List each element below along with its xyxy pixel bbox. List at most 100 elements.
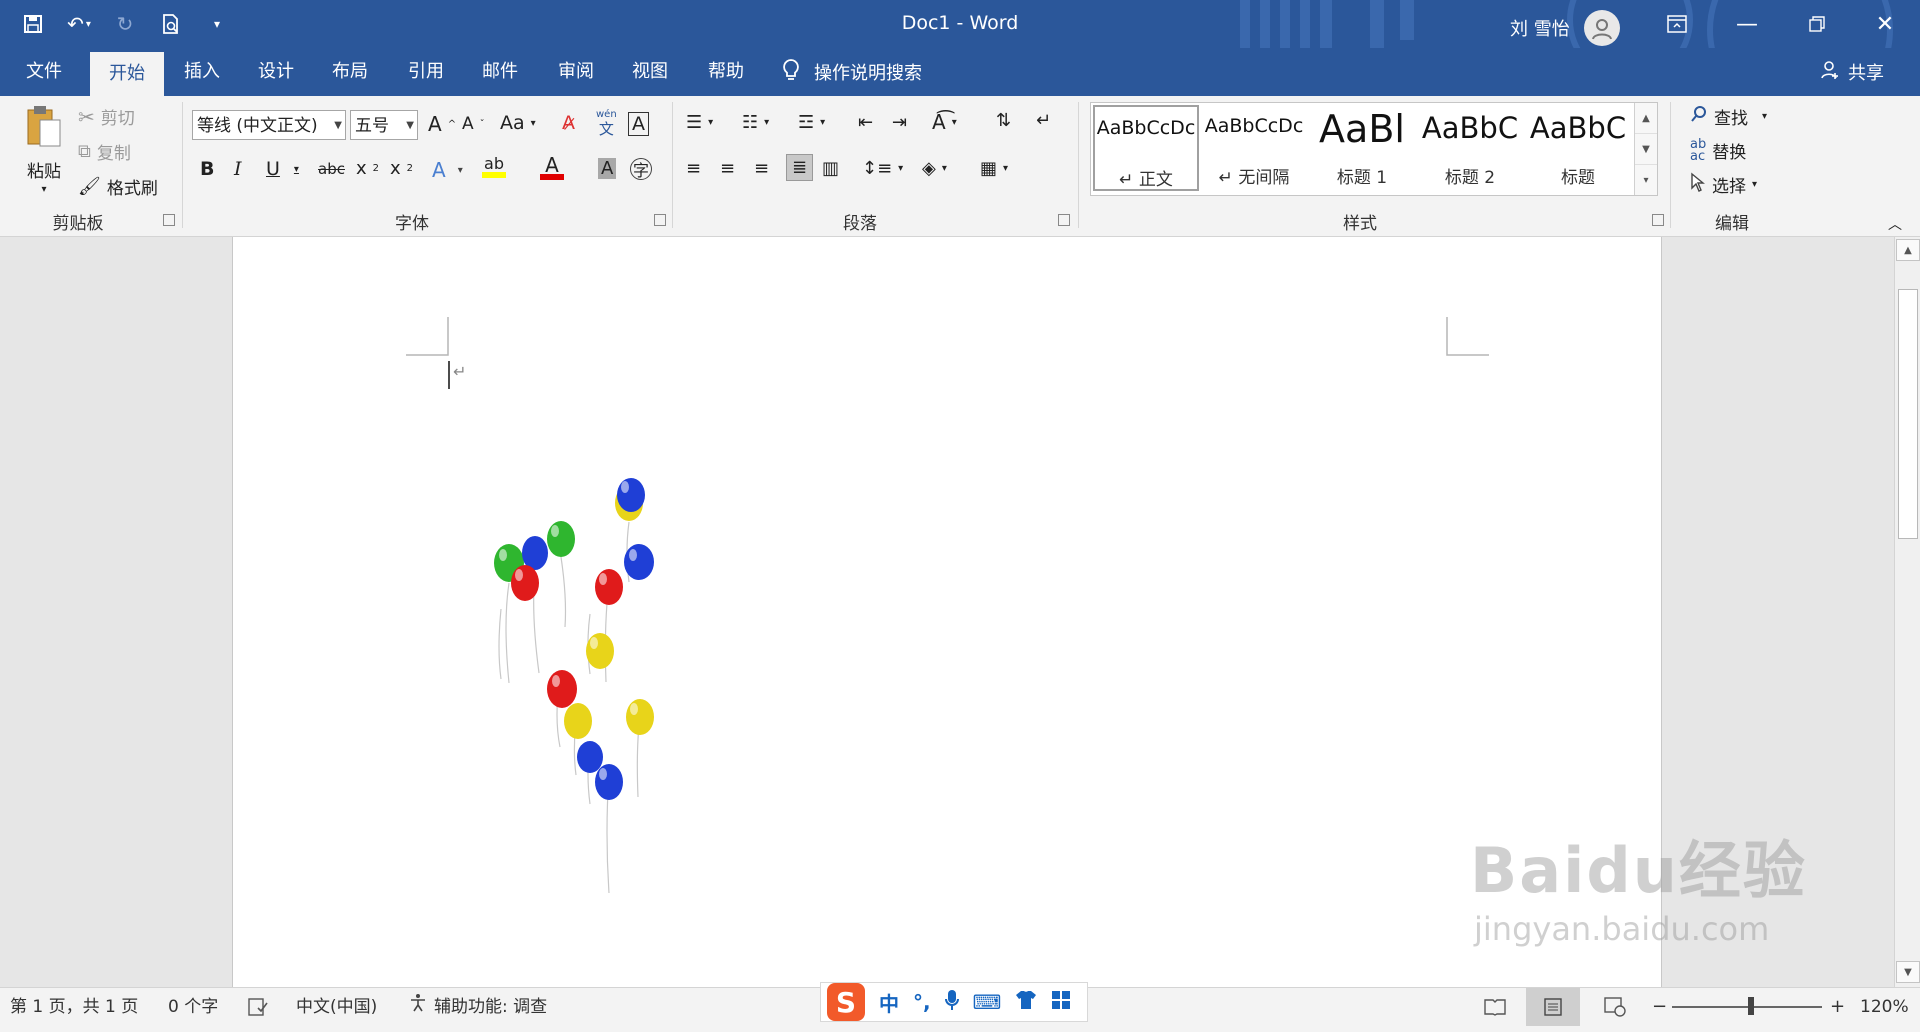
shrink-font-icon[interactable]: Aˇ <box>462 114 485 134</box>
restore-icon[interactable] <box>1782 0 1852 48</box>
zoom-slider-thumb[interactable] <box>1748 997 1754 1015</box>
font-name-combo[interactable]: 等线 (中文正文) ▼ <box>192 110 346 140</box>
char-border-icon[interactable]: A <box>628 112 649 136</box>
align-left-icon[interactable]: ≡ <box>686 158 701 179</box>
clear-format-icon[interactable]: A̷ <box>562 112 575 134</box>
text-direction-icon[interactable]: A͡ ▾ <box>932 110 957 134</box>
zoom-out-icon[interactable]: − <box>1652 988 1667 1026</box>
align-center-icon[interactable]: ≡ <box>720 158 735 179</box>
tab-layout[interactable]: 布局 <box>318 48 382 96</box>
show-marks-icon[interactable]: ↵ <box>1036 110 1051 131</box>
skin-icon[interactable] <box>1015 990 1037 1015</box>
copy-label: 复制 <box>96 144 131 164</box>
language-status[interactable]: 中文(中国) <box>296 988 377 1026</box>
tab-home[interactable]: 开始 <box>90 52 164 96</box>
close-icon[interactable]: ✕ <box>1850 0 1920 48</box>
toolbox-icon[interactable] <box>1051 990 1071 1015</box>
style-heading-2[interactable]: AaBbC 标题 2 <box>1417 105 1523 191</box>
phonetic-guide-icon[interactable]: wén 文 <box>596 108 617 137</box>
tab-design[interactable]: 设计 <box>244 48 308 96</box>
underline-icon[interactable]: U ▾ <box>266 158 299 180</box>
bullets-icon[interactable]: ☰ ▾ <box>686 112 713 133</box>
style-title[interactable]: AaBbC 标题 <box>1525 105 1631 191</box>
borders-icon[interactable]: ▦ ▾ <box>980 158 1008 179</box>
word-count[interactable]: 0 个字 <box>168 988 218 1026</box>
zoom-in-icon[interactable]: + <box>1830 988 1845 1026</box>
keyboard-icon[interactable]: ⌨ <box>973 990 1002 1014</box>
distributed-icon[interactable]: ▥ <box>822 158 839 179</box>
scroll-thumb[interactable] <box>1898 289 1918 539</box>
share-label: 共享 <box>1848 63 1884 84</box>
proofing-icon[interactable] <box>248 988 268 1026</box>
sogou-logo-icon[interactable]: S <box>827 983 865 1021</box>
microphone-icon[interactable] <box>944 989 959 1016</box>
text-effects-icon[interactable]: A ▾ <box>432 158 463 182</box>
accessibility-status[interactable]: 辅助功能: 调查 <box>408 988 547 1026</box>
numbering-icon[interactable]: ☷ ▾ <box>742 112 769 133</box>
format-painter-button[interactable]: 🖌 格式刷 <box>78 174 158 199</box>
highlight-icon[interactable]: ab <box>482 156 506 178</box>
ime-mode[interactable]: 中 <box>879 988 899 1017</box>
scroll-down-icon[interactable]: ▼ <box>1896 961 1920 983</box>
chevron-down-icon[interactable]: ▼ <box>1635 134 1657 165</box>
paragraph-launcher-icon[interactable] <box>1058 214 1070 226</box>
font-color-icon[interactable]: A <box>540 155 564 180</box>
find-button[interactable]: 查找 ▾ <box>1690 104 1767 129</box>
ribbon-display-icon[interactable] <box>1642 0 1712 48</box>
zoom-slider[interactable] <box>1672 1006 1822 1008</box>
minimize-icon[interactable]: — <box>1712 0 1782 48</box>
collapse-ribbon-icon[interactable]: ︿ <box>1888 214 1902 234</box>
font-launcher-icon[interactable] <box>654 214 666 226</box>
tab-references[interactable]: 引用 <box>394 48 458 96</box>
scroll-up-icon[interactable]: ▲ <box>1896 239 1920 261</box>
web-layout-icon[interactable] <box>1604 988 1626 1026</box>
avatar[interactable] <box>1583 10 1620 46</box>
tell-me-search[interactable]: 操作说明搜索 <box>782 48 922 96</box>
tab-mailings[interactable]: 邮件 <box>468 48 532 96</box>
italic-icon[interactable]: I <box>234 158 242 180</box>
enclose-char-icon[interactable]: 字 <box>630 158 652 180</box>
chevron-up-icon[interactable]: ▲ <box>1635 103 1657 134</box>
replace-button[interactable]: ab ac 替换 <box>1690 138 1746 164</box>
increase-indent-icon[interactable]: ⇥ <box>892 112 907 133</box>
align-right-icon[interactable]: ≡ <box>754 158 769 179</box>
font-size-combo[interactable]: 五号 ▼ <box>350 110 418 140</box>
tab-review[interactable]: 审阅 <box>544 48 608 96</box>
share-button[interactable]: 共享 <box>1820 48 1884 96</box>
multilevel-list-icon[interactable]: ☲ ▾ <box>798 112 825 133</box>
justify-icon[interactable]: ≣ <box>786 154 814 181</box>
strikethrough-icon[interactable]: abc <box>318 160 345 178</box>
styles-launcher-icon[interactable] <box>1652 214 1664 226</box>
decrease-indent-icon[interactable]: ⇤ <box>858 112 873 133</box>
vertical-scrollbar[interactable]: ▲ ▼ <box>1894 237 1920 987</box>
cut-button[interactable]: ✂ 剪切 <box>78 104 135 130</box>
paste-button[interactable]: 粘贴 ▾ <box>20 104 68 195</box>
clipboard-launcher-icon[interactable] <box>163 214 175 226</box>
grow-font-icon[interactable]: A ^ <box>428 112 456 136</box>
superscript-icon[interactable]: x2 <box>390 158 413 179</box>
zoom-level[interactable]: 120% <box>1860 988 1909 1026</box>
subscript-icon[interactable]: x2 <box>356 158 379 179</box>
user-account[interactable]: 刘 雪怡 <box>1510 10 1620 46</box>
page-count[interactable]: 第 1 页，共 1 页 <box>10 988 138 1026</box>
select-button[interactable]: 选择 ▾ <box>1690 172 1757 197</box>
style-normal[interactable]: AaBbCcDc ↵ 正文 <box>1093 105 1199 191</box>
shading-icon[interactable]: ◈ ▾ <box>922 158 947 179</box>
ime-punct[interactable]: °, <box>913 990 931 1014</box>
char-shading-icon[interactable]: A <box>598 158 617 179</box>
tab-view[interactable]: 视图 <box>618 48 682 96</box>
tab-insert[interactable]: 插入 <box>170 48 234 96</box>
tab-help[interactable]: 帮助 <box>694 48 758 96</box>
read-mode-icon[interactable] <box>1484 988 1506 1026</box>
tab-file[interactable]: 文件 <box>12 48 76 96</box>
sort-icon[interactable]: ⇅ <box>996 110 1011 131</box>
style-no-spacing[interactable]: AaBbCcDc ↵ 无间隔 <box>1201 105 1307 191</box>
more-icon[interactable]: ▾ <box>1635 165 1657 195</box>
bold-icon[interactable]: B <box>200 158 214 180</box>
print-layout-icon[interactable] <box>1526 988 1580 1026</box>
page[interactable]: ↵ <box>232 237 1662 987</box>
line-spacing-icon[interactable]: ↕≡ ▾ <box>862 158 903 179</box>
change-case-icon[interactable]: Aa ▾ <box>500 112 536 134</box>
copy-button[interactable]: ⧉ 复制 <box>78 139 131 164</box>
style-heading-1[interactable]: AaBl 标题 1 <box>1309 105 1415 191</box>
